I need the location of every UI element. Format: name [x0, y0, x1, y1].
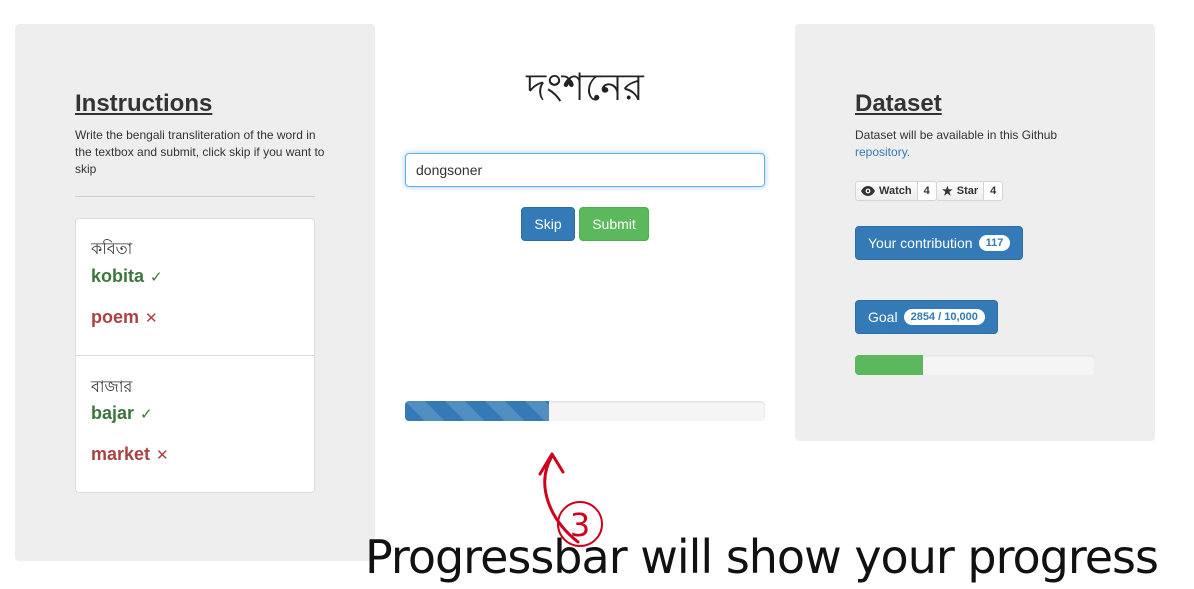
divider	[75, 196, 315, 197]
watch-label: Watch	[879, 185, 912, 197]
word-progress-bar	[405, 401, 765, 421]
dataset-text: Dataset will be available in this Github…	[855, 127, 1115, 161]
correct-text: kobita	[91, 266, 145, 286]
correct-text: bajar	[91, 403, 135, 423]
cross-icon: ✕	[145, 310, 158, 327]
wrong-text: market	[91, 444, 151, 464]
watch-button-main[interactable]: Watch	[855, 181, 918, 201]
wrong-text: poem	[91, 307, 140, 327]
contribution-button[interactable]: Your contribution 117	[855, 226, 1024, 260]
star-label: Star	[956, 185, 979, 197]
instructions-title: Instructions	[75, 90, 213, 117]
instructions-panel: Instructions Write the bengali translite…	[15, 24, 375, 561]
example-item: কবিতা kobita ✓ poem ✕	[76, 219, 314, 355]
goal-progress-bar	[855, 355, 1095, 375]
check-icon: ✓	[140, 406, 153, 423]
contribution-label: Your contribution	[868, 235, 973, 251]
target-bengali-word: দংশনের	[526, 65, 644, 109]
example-wrong-answer: market ✕	[91, 444, 169, 465]
goal-progress-fill	[855, 355, 924, 375]
example-wrong-answer: poem ✕	[91, 307, 158, 328]
submit-button[interactable]: Submit	[579, 207, 649, 241]
goal-button[interactable]: Goal 2854 / 10,000	[855, 300, 998, 334]
goal-label: Goal	[868, 309, 898, 325]
star-button-main[interactable]: ★ Star	[936, 181, 985, 201]
dataset-description: Dataset will be available in this Github	[855, 128, 1058, 142]
star-icon: ★	[942, 184, 953, 198]
instructions-text: Write the bengali transliteration of the…	[75, 128, 325, 176]
star-count[interactable]: 4	[984, 181, 1004, 201]
check-icon: ✓	[150, 269, 163, 286]
contribution-badge: 117	[978, 235, 1011, 251]
examples-box: কবিতা kobita ✓ poem ✕ বাজার bajar ✓ market ✕	[75, 218, 315, 493]
goal-badge: 2854 / 10,000	[903, 309, 985, 325]
example-correct-answer: kobita ✓	[91, 266, 163, 287]
dataset-title: Dataset	[855, 90, 942, 117]
github-watch-button[interactable]: Watch 4	[855, 181, 937, 201]
example-correct-answer: bajar ✓	[91, 403, 153, 424]
eye-icon	[861, 186, 875, 196]
transliteration-input[interactable]	[405, 153, 765, 187]
cross-icon: ✕	[156, 447, 169, 464]
repository-link[interactable]: repository.	[855, 145, 910, 159]
annotation-caption: Progressbar will show your progress	[365, 530, 1159, 584]
example-item: বাজার bajar ✓ market ✕	[76, 355, 314, 493]
skip-button[interactable]: Skip	[521, 207, 575, 241]
example-bengali-word: কবিতা	[91, 239, 133, 258]
watch-count[interactable]: 4	[917, 181, 937, 201]
github-star-button[interactable]: ★ Star 4	[936, 181, 1004, 201]
example-bengali-word: বাজার	[91, 377, 133, 396]
word-progress-fill	[405, 401, 549, 421]
